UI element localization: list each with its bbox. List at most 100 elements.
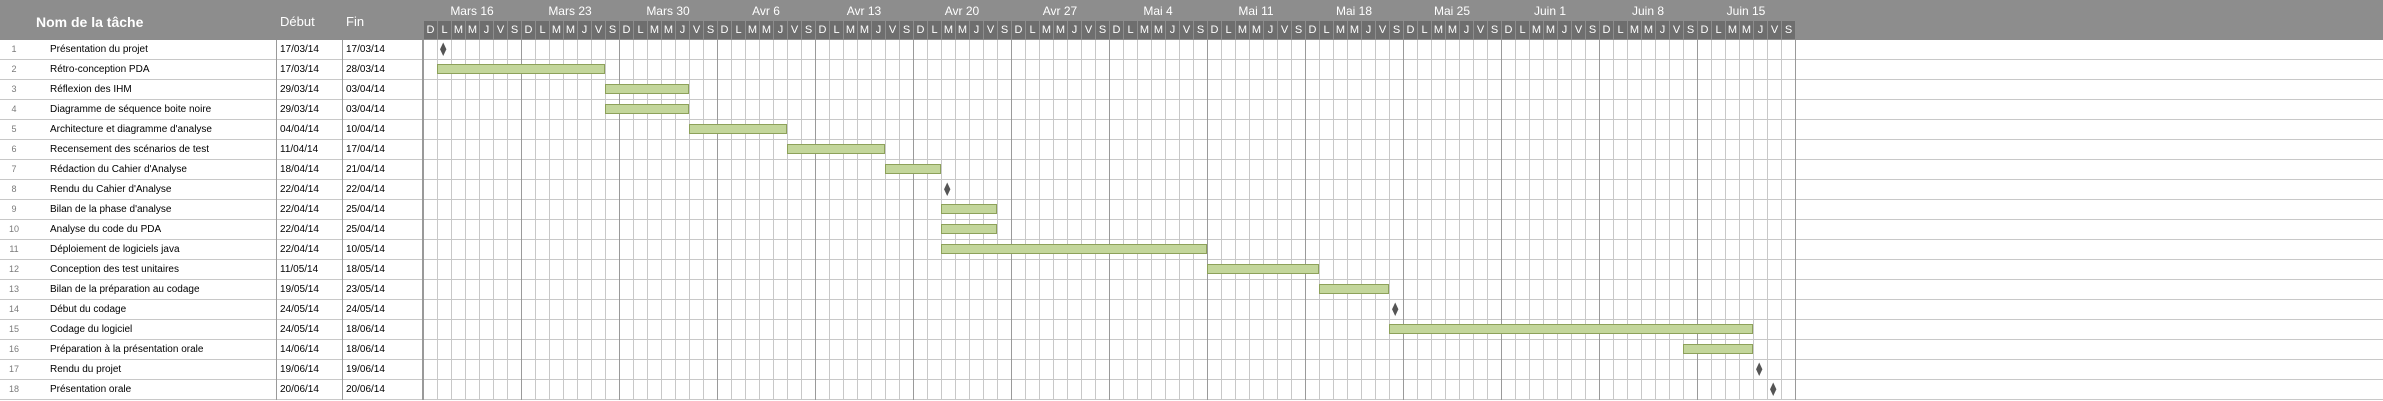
day-gridline [619,40,620,400]
day-gridline [1277,40,1278,400]
day-letter: M [1249,21,1263,39]
day-letter: S [1683,21,1697,39]
task-name: Codage du logiciel [50,324,133,335]
task-name: Diagramme de séquence boite noire [50,104,212,115]
day-letter: V [1767,21,1781,39]
day-letter: J [1263,21,1277,39]
row-number: 16 [8,344,19,354]
day-letter: D [815,21,829,39]
day-gridline [1039,40,1040,400]
day-letter: S [1487,21,1501,39]
day-gridline [633,40,634,400]
day-gridline [1109,40,1110,400]
day-letter: D [913,21,927,39]
task-row: 4 Diagramme de séquence boite noire 29/03/… [0,100,2383,120]
week-label: Avr 6 [752,4,780,18]
row-number: 12 [8,264,19,274]
day-letter: S [605,21,619,39]
day-letter: S [703,21,717,39]
day-letter: L [535,21,549,39]
task-start-date: 17/03/14 [280,44,319,55]
day-letter: D [1011,21,1025,39]
day-letter: J [1067,21,1081,39]
day-gridline [451,40,452,400]
week-label: Mai 4 [1143,4,1173,18]
task-bar [1389,324,1753,334]
row-number: 9 [11,204,17,214]
week-label: Avr 13 [846,4,882,18]
day-gridline [563,40,564,400]
day-gridline [1193,40,1194,400]
day-letter: M [1529,21,1543,39]
task-name: Rendu du Cahier d'Analyse [50,184,172,195]
day-gridline [661,40,662,400]
day-gridline [1207,40,1208,400]
day-gridline [1599,40,1600,400]
task-bar [941,244,1207,254]
day-gridline [479,40,480,400]
task-start-date: 22/04/14 [280,204,319,215]
row-number: 5 [11,124,17,134]
day-letter: M [1445,21,1459,39]
day-gridline [1557,40,1558,400]
row-number: 17 [8,364,19,374]
day-gridline [1319,40,1320,400]
day-gridline [1445,40,1446,400]
day-gridline [1249,40,1250,400]
day-letter: V [885,21,899,39]
task-row: 14 Début du codage 24/05/14 24/05/14 [0,300,2383,320]
task-start-date: 18/04/14 [280,164,319,175]
week-label: Juin 1 [1533,4,1567,18]
day-letter: M [1053,21,1067,39]
day-letter: D [1109,21,1123,39]
day-gridline [1417,40,1418,400]
day-gridline [1347,40,1348,400]
day-gridline [745,40,746,400]
task-end-date: 23/05/14 [346,284,385,295]
day-letter: M [1739,21,1753,39]
day-letter: M [1333,21,1347,39]
task-name-header: Nom de la tâche [36,14,144,30]
task-end-date: 17/04/14 [346,144,385,155]
milestone-diamond: ⧫ [1392,301,1399,316]
day-gridline [1655,40,1656,400]
day-letter: M [1431,21,1445,39]
day-letter: M [549,21,563,39]
task-name: Rédaction du Cahier d'Analyse [50,164,187,175]
day-letter: D [1697,21,1711,39]
task-row: 8 Rendu du Cahier d'Analyse 22/04/14 22/04/… [0,180,2383,200]
day-gridline [493,40,494,400]
task-bar [941,224,997,234]
day-letter: J [1165,21,1179,39]
day-gridline [1151,40,1152,400]
day-gridline [535,40,536,400]
task-end-date: 20/06/14 [346,384,385,395]
task-end-date: 22/04/14 [346,184,385,195]
day-gridline [1753,40,1754,400]
day-gridline [689,40,690,400]
row-number: 13 [8,284,19,294]
task-name: Déploiement de logiciels java [50,244,180,255]
task-name: Réflexion des IHM [50,84,132,95]
day-letter: L [437,21,451,39]
task-start-date: 22/04/14 [280,184,319,195]
day-letter: J [1361,21,1375,39]
day-letter: D [423,21,437,39]
day-letter: V [689,21,703,39]
day-letter: S [1193,21,1207,39]
day-gridline [1515,40,1516,400]
day-gridline [1361,40,1362,400]
row-number: 3 [11,84,17,94]
week-label: Mars 16 [450,4,494,18]
day-gridline [1669,40,1670,400]
day-gridline [801,40,802,400]
task-name: Présentation du projet [50,44,148,55]
day-letter: V [1179,21,1193,39]
task-end-date: 18/06/14 [346,324,385,335]
day-letter: L [731,21,745,39]
task-bar [605,104,689,114]
day-gridline [1123,40,1124,400]
day-letter: S [801,21,815,39]
task-end-date: 28/03/14 [346,64,385,75]
day-gridline [1025,40,1026,400]
